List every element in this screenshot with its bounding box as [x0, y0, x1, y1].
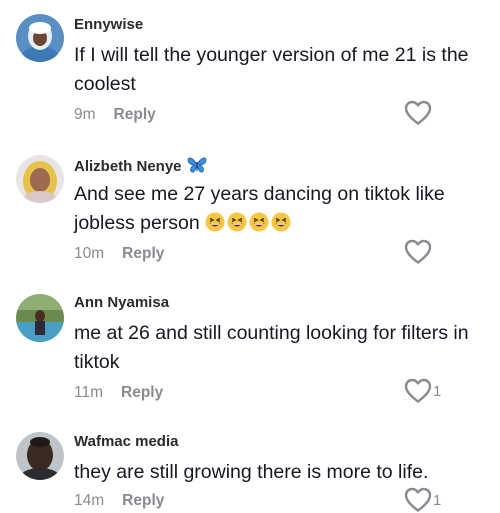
butterfly-emoji-icon — [187, 157, 207, 173]
heart-outline-icon — [404, 100, 432, 125]
grinning-squinting-face-emoji-icon — [249, 212, 269, 232]
comment-username[interactable]: Ann Nyamisa — [74, 294, 169, 311]
heart-outline-icon — [404, 487, 432, 512]
like-count: 1 — [433, 382, 442, 400]
reply-button[interactable]: Reply — [121, 384, 163, 401]
comment-meta: 10m Reply — [74, 245, 164, 263]
comment-meta: 9m Reply — [74, 106, 156, 124]
avatar[interactable] — [16, 155, 64, 203]
avatar[interactable] — [16, 432, 64, 480]
grinning-squinting-face-emoji-icon — [205, 212, 225, 232]
grinning-squinting-face-emoji-icon — [227, 212, 247, 232]
comment-time: 9m — [74, 106, 96, 123]
comment-username[interactable]: Alizbeth Nenye — [74, 156, 207, 175]
like-button[interactable] — [404, 239, 433, 265]
comment-text: me at 26 and still counting looking for … — [74, 322, 469, 373]
comment-time: 10m — [74, 245, 105, 262]
comment-username[interactable]: Ennywise — [74, 16, 143, 33]
comment-text: If I will tell the younger version of me… — [74, 44, 469, 95]
emoji-group — [205, 212, 293, 234]
avatar[interactable] — [16, 294, 64, 342]
comment-text: And see me 27 years dancing on tiktok li… — [74, 183, 445, 234]
reply-button[interactable]: Reply — [114, 106, 156, 123]
comment-time: 11m — [74, 384, 104, 401]
heart-outline-icon — [404, 239, 432, 264]
avatar[interactable] — [16, 14, 64, 62]
like-count: 1 — [433, 491, 442, 509]
comment-username[interactable]: Wafmac media — [74, 433, 178, 450]
like-button[interactable]: 1 — [404, 487, 441, 513]
comment-meta: 14m Reply — [74, 492, 164, 510]
comment-time: 14m — [74, 492, 105, 509]
comment-meta: 11m Reply — [74, 384, 163, 402]
like-button[interactable] — [404, 100, 433, 126]
grinning-squinting-face-emoji-icon — [271, 212, 291, 232]
heart-outline-icon — [404, 378, 432, 403]
like-button[interactable]: 1 — [404, 378, 441, 404]
comment-text: they are still growing there is more to … — [74, 461, 429, 483]
reply-button[interactable]: Reply — [122, 492, 164, 509]
reply-button[interactable]: Reply — [122, 245, 164, 262]
